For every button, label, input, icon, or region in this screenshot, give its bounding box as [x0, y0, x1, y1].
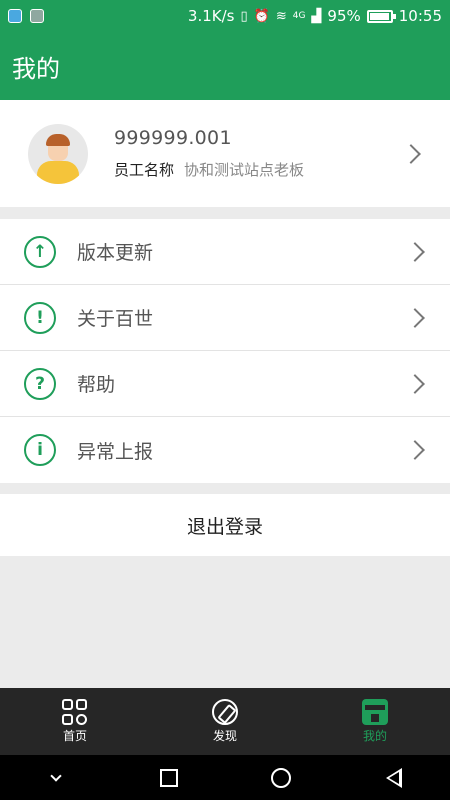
- station-name: 协和测试站点老板: [184, 161, 305, 179]
- avatar-body: [37, 160, 79, 184]
- settings-menu: ↑ 版本更新 ! 关于百世 ? 帮助 i 异常上报: [0, 219, 450, 483]
- tab-discover-label: 发现: [212, 729, 237, 743]
- menu-item-label: 帮助: [77, 374, 116, 396]
- tab-mine[interactable]: 我的: [300, 688, 450, 755]
- chevron-right-icon: [405, 373, 425, 394]
- role-label: 员工名称: [114, 161, 175, 179]
- square-icon: [159, 768, 178, 787]
- menu-item-label: 关于百世: [77, 308, 154, 330]
- app-bar: 我的: [0, 32, 450, 100]
- compass-icon: [212, 699, 238, 725]
- network-speed: 3.1K/s: [187, 7, 235, 25]
- page-title: 我的: [12, 54, 60, 83]
- chevron-right-icon: [405, 307, 425, 328]
- vibrate-icon: ▯: [240, 8, 248, 24]
- network-type: 4G: [292, 11, 306, 21]
- arrow-up-circle-icon: ↑: [24, 235, 56, 268]
- avatar: [28, 123, 88, 184]
- avatar-hair: [46, 133, 70, 146]
- battery-percent: 95%: [327, 7, 361, 25]
- map-app-icon: [8, 9, 22, 23]
- menu-item-version-update[interactable]: ↑ 版本更新: [0, 219, 450, 285]
- tab-home[interactable]: 首页: [0, 688, 150, 755]
- system-nav-bar: [0, 755, 450, 800]
- info-circle-icon: i: [24, 434, 56, 466]
- battery-icon: [366, 9, 396, 23]
- gallery-app-icon: [30, 9, 44, 23]
- profile-info: 999999.001 员工名称 协和测试站点老板: [114, 127, 404, 180]
- circle-icon: [271, 767, 292, 788]
- back-button[interactable]: [374, 758, 414, 798]
- chevron-right-icon: [405, 440, 425, 460]
- user-id: 999999.001: [114, 127, 232, 149]
- exclamation-circle-icon: !: [24, 301, 56, 334]
- alarm-icon: ⏰: [253, 8, 270, 24]
- hide-nav-button[interactable]: [36, 758, 76, 798]
- chevron-right-icon: [401, 143, 421, 164]
- signal-icon: ▟: [311, 8, 322, 24]
- wifi-icon: ≋: [275, 8, 287, 24]
- clock: 10:55: [398, 7, 442, 25]
- recents-button[interactable]: [149, 758, 189, 798]
- logout-button[interactable]: 退出登录: [0, 494, 450, 556]
- back-triangle-icon: [385, 767, 402, 788]
- chevron-down-icon: [50, 769, 62, 782]
- profile-card[interactable]: 999999.001 员工名称 协和测试站点老板: [0, 100, 450, 207]
- bottom-nav: 首页 发现 我的: [0, 688, 450, 755]
- menu-item-help[interactable]: ? 帮助: [0, 351, 450, 417]
- tab-discover[interactable]: 发现: [150, 688, 300, 755]
- tab-home-label: 首页: [62, 729, 87, 743]
- menu-item-about[interactable]: ! 关于百世: [0, 285, 450, 351]
- menu-item-label: 版本更新: [77, 242, 154, 264]
- menu-item-label: 异常上报: [77, 440, 154, 463]
- tab-mine-label: 我的: [362, 729, 387, 743]
- store-icon: [362, 699, 388, 725]
- status-bar: 3.1K/s ▯ ⏰ ≋ 4G ▟ 95% 10:55: [0, 0, 450, 32]
- grid-icon: [62, 699, 88, 725]
- question-circle-icon: ?: [24, 367, 56, 400]
- home-button[interactable]: [261, 758, 301, 798]
- menu-item-report-exception[interactable]: i 异常上报: [0, 417, 450, 483]
- battery-level: [369, 12, 389, 20]
- chevron-right-icon: [405, 241, 425, 262]
